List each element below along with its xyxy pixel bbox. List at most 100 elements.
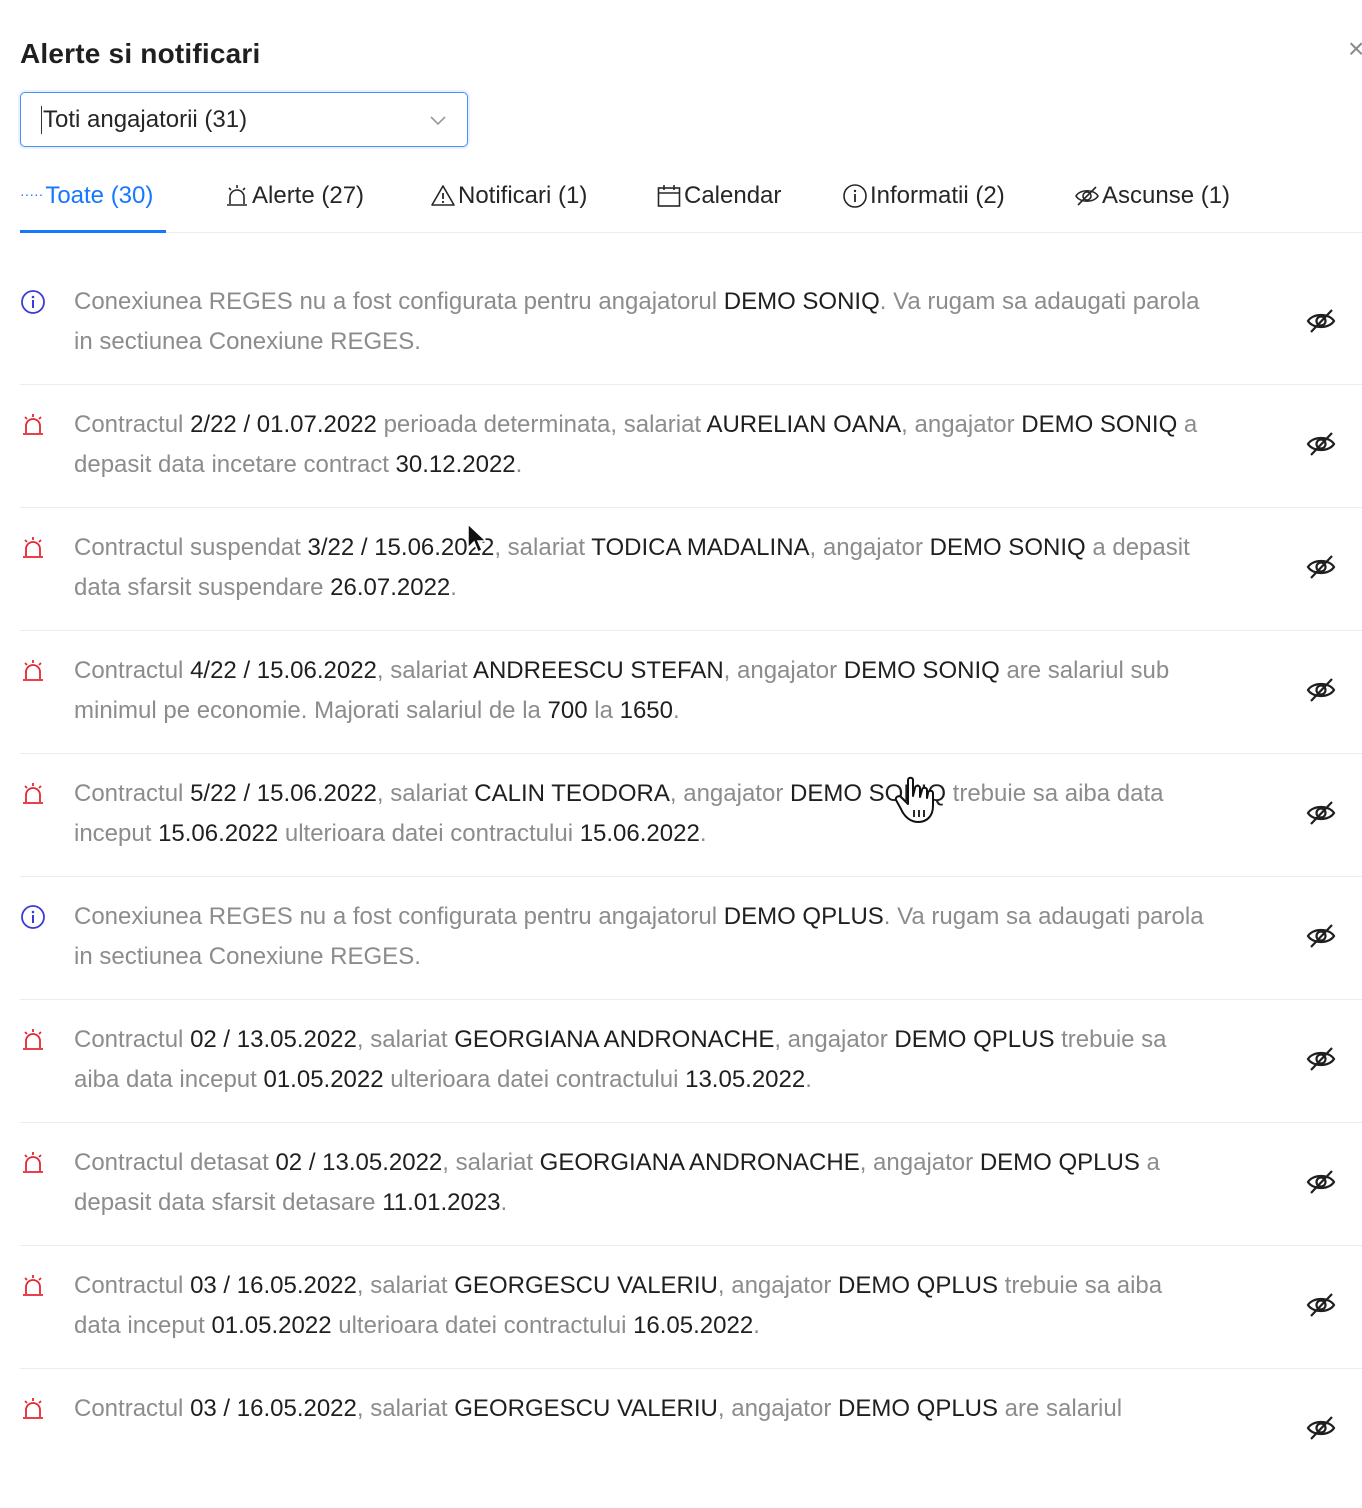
message-value: CALIN TEODORA [474,780,670,807]
message-value: 11.01.2023 [382,1189,501,1216]
message-text: Contractul [74,1395,191,1422]
employer-select-value: Toti angajatorii (31) [43,106,248,133]
tab-toate[interactable]: ····· Toate (30) [20,160,153,232]
message-text: , angajator [717,1395,838,1422]
message-value: 02 / 13.05.2022 [275,1149,443,1176]
tab-label: Ascunse (1) [1102,182,1231,209]
message-text: ulterioara datei contractului [331,1312,634,1339]
notification-message: Contractul 4/22 / 15.06.2022, salariat A… [74,651,1214,731]
tab-alerte[interactable]: Alerte (27) [224,160,364,232]
message-value: 5/22 / 15.06.2022 [190,780,377,807]
message-text: Contractul [74,780,191,807]
message-text: . [515,451,523,478]
message-text: , salariat [356,1026,455,1053]
tab-informatii[interactable]: Informatii (2) [842,160,1005,232]
text-caret [41,106,42,134]
notification-message: Contractul 5/22 / 15.06.2022, salariat C… [74,774,1214,854]
message-value: DEMO QPLUS [894,1026,1055,1053]
message-value: 4/22 / 15.06.2022 [190,657,377,684]
notification-message: Conexiunea REGES nu a fost configurata p… [74,282,1214,362]
message-text: , angajator [901,411,1022,438]
hide-notification-button[interactable] [1306,1044,1336,1074]
tab-ascunse[interactable]: Ascunse (1) [1074,160,1230,232]
message-value: DEMO QPLUS [979,1149,1140,1176]
message-value: 03 / 16.05.2022 [190,1272,357,1299]
hide-notification-button[interactable] [1306,921,1336,951]
message-value: 1650 [619,697,673,724]
message-value: 13.05.2022 [685,1066,806,1093]
message-text: , salariat [442,1149,540,1176]
message-value: DEMO SONIQ [1021,411,1178,438]
message-text: Contractul detasat [74,1149,276,1176]
tab-notificari[interactable]: Notificari (1) [430,160,587,232]
message-text: , angajator [809,534,930,561]
message-value: DEMO QPLUS [723,903,884,930]
message-value: DEMO QPLUS [837,1272,999,1299]
message-text: ulterioara datei contractului [278,820,580,847]
chevron-down-icon [430,116,446,126]
alarm-icon [227,185,247,206]
message-text: Contractul [74,411,191,438]
notification-item: Contractul 4/22 / 15.06.2022, salariat A… [20,631,1362,754]
notification-message: Contractul 03 / 16.05.2022, salariat GEO… [74,1266,1214,1346]
message-value: DEMO SONIQ [723,288,880,315]
notification-message: Contractul 03 / 16.05.2022, salariat GEO… [74,1389,1214,1429]
alarm-icon [23,660,43,681]
alarm-icon [23,1152,43,1173]
hide-notification-button[interactable] [1306,429,1336,459]
alarm-icon [23,783,43,804]
close-button[interactable]: × [1348,34,1362,64]
notification-message: Contractul suspendat 3/22 / 15.06.2022, … [74,528,1214,608]
active-tab-indicator [20,230,166,233]
panel-title: Alerte si notificari [20,38,261,69]
dots-icon: ····· [20,186,44,202]
alarm-icon [23,414,43,435]
message-value: DEMO SONIQ [929,534,1086,561]
message-text: , salariat [356,1272,455,1299]
info-icon [843,184,867,208]
notification-item: Contractul suspendat 3/22 / 15.06.2022, … [20,508,1362,631]
tab-label: Notificari (1) [458,182,588,209]
message-value: 2/22 / 01.07.2022 [190,411,377,438]
message-value: GEORGESCU VALERIU [454,1272,718,1299]
warning-icon [431,185,455,206]
calendar-icon [657,185,681,207]
message-value: TODICA MADALINA [591,534,810,561]
message-text: . [673,697,680,724]
tab-label: Alerte (27) [252,182,365,209]
message-text: , angajator [774,1026,895,1053]
tab-bar: ····· Toate (30) Alerte (27) Notificari … [20,160,1362,233]
message-value: ANDREESCU STEFAN [472,657,724,684]
message-text: Contractul [74,657,191,684]
message-value: 03 / 16.05.2022 [190,1395,357,1422]
message-text: , angajator [669,780,790,807]
message-value: DEMO SONIQ [843,657,1000,684]
hide-notification-button[interactable] [1306,1290,1336,1320]
hide-notification-button[interactable] [1306,306,1336,336]
notification-message: Conexiunea REGES nu a fost configurata p… [74,897,1214,977]
message-text: , angajator [723,657,844,684]
hide-notification-button[interactable] [1306,1413,1336,1442]
notification-item: Contractul 2/22 / 01.07.2022 perioada de… [20,385,1362,508]
employer-select[interactable]: Toti angajatorii (31) [20,92,468,147]
message-text: perioada determinata, salariat [376,411,707,438]
hide-notification-button[interactable] [1306,675,1336,705]
message-value: AURELIAN OANA [706,411,902,438]
notification-item: Contractul detasat 02 / 13.05.2022, sala… [20,1123,1362,1246]
message-text: . [753,1312,760,1339]
tab-label: Informatii (2) [870,182,1005,209]
notification-list: Conexiunea REGES nu a fost configurata p… [20,262,1362,1442]
message-text: Contractul [74,1272,191,1299]
tab-calendar[interactable]: Calendar [656,160,781,232]
message-value: 15.06.2022 [579,820,700,847]
message-text: are salariul [998,1395,1123,1422]
hide-notification-button[interactable] [1306,552,1336,582]
message-text: , angajator [717,1272,838,1299]
message-value: 30.12.2022 [395,451,516,478]
notification-message: Contractul 2/22 / 01.07.2022 perioada de… [74,405,1214,485]
message-value: 26.07.2022 [330,574,451,601]
message-text: , salariat [356,1395,455,1422]
hide-notification-button[interactable] [1306,798,1336,828]
message-value: DEMO SONIQ [789,780,946,807]
hide-notification-button[interactable] [1306,1167,1336,1197]
